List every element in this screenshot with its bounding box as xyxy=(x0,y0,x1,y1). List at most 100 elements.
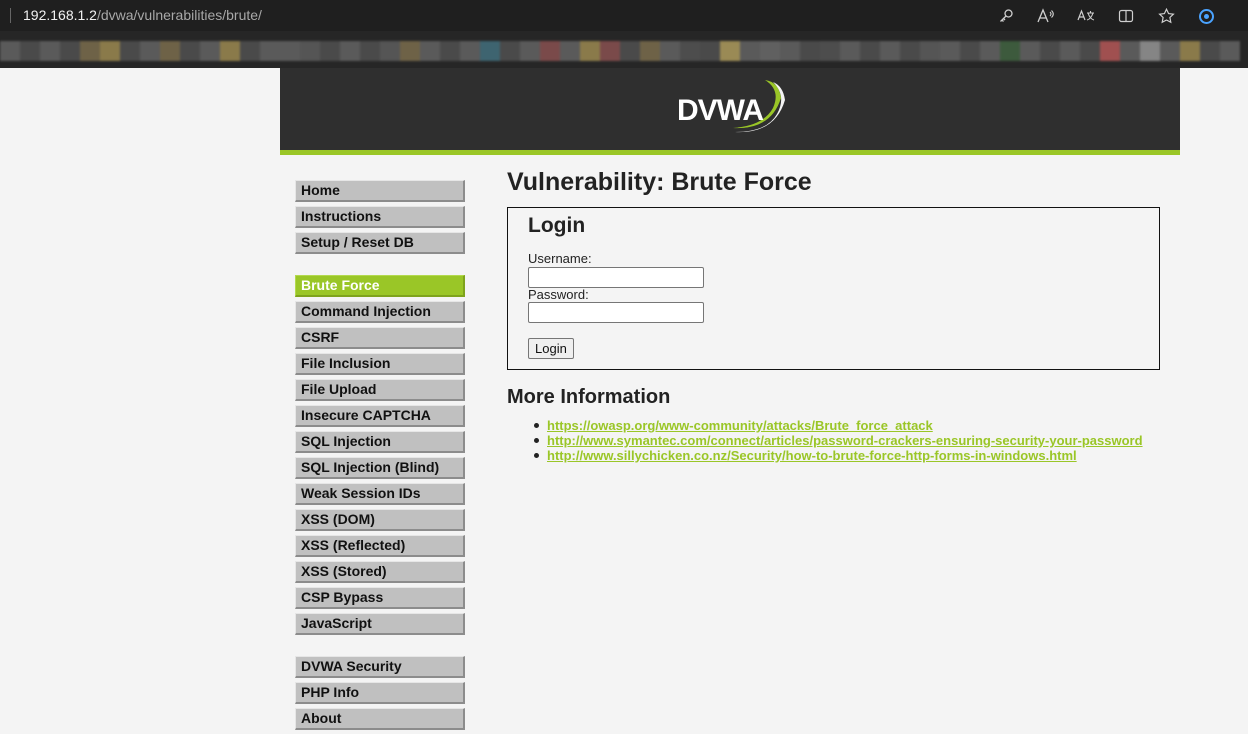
menu-item-weak-session-ids[interactable]: Weak Session IDs xyxy=(295,483,465,505)
bookmark-blurred-block xyxy=(980,41,1000,61)
bookmark-blurred-block xyxy=(1100,41,1120,61)
menu-item-xss-stored[interactable]: XSS (Stored) xyxy=(295,561,465,583)
menu-item-setup-reset-db[interactable]: Setup / Reset DB xyxy=(295,232,465,254)
bookmark-blurred-block xyxy=(620,41,640,61)
main-body: Vulnerability: Brute Force Login Usernam… xyxy=(507,164,1167,463)
bookmark-blurred-block xyxy=(460,41,480,61)
link-symantec-password-crackers[interactable]: http://www.symantec.com/connect/articles… xyxy=(547,433,1143,448)
bookmark-blurred-block xyxy=(580,41,600,61)
dvwa-container: DVWA Home Instructions Setup / Reset DB Bru… xyxy=(280,68,1180,730)
bookmark-blurred-block xyxy=(80,41,100,61)
username-input[interactable] xyxy=(528,267,704,288)
menu-item-javascript[interactable]: JavaScript xyxy=(295,613,465,635)
more-info-links: https://owasp.org/www-community/attacks/… xyxy=(529,418,1143,463)
more-info-heading: More Information xyxy=(507,386,671,408)
menu-separator xyxy=(295,639,465,656)
bookmark-blurred-block xyxy=(880,41,900,61)
menu-item-brute-force[interactable]: Brute Force xyxy=(295,275,465,297)
bookmark-blurred-block xyxy=(1140,41,1160,61)
read-aloud-icon[interactable] xyxy=(1026,4,1066,28)
translate-icon[interactable] xyxy=(1066,4,1106,28)
split-screen-icon[interactable] xyxy=(1106,4,1146,28)
menu-item-php-info[interactable]: PHP Info xyxy=(295,682,465,704)
url-host: 192.168.1.2 xyxy=(23,7,97,23)
bookmark-blurred-block xyxy=(360,41,380,61)
menu-item-dvwa-security[interactable]: DVWA Security xyxy=(295,656,465,678)
bookmark-blurred-block xyxy=(960,41,980,61)
bookmark-blurred-block xyxy=(860,41,880,61)
list-item: http://www.symantec.com/connect/articles… xyxy=(529,433,1143,448)
bookmarks-bar xyxy=(0,31,1248,68)
login-form: Login Username: Password: Login xyxy=(507,207,1160,370)
login-button[interactable]: Login xyxy=(528,338,574,359)
password-input[interactable] xyxy=(528,302,704,323)
address-divider xyxy=(10,8,11,23)
bookmark-blurred-block xyxy=(100,41,120,61)
list-item: https://owasp.org/www-community/attacks/… xyxy=(529,418,1143,433)
username-label: Username: xyxy=(528,251,592,266)
bookmark-blurred-block xyxy=(920,41,940,61)
bookmark-blurred-block xyxy=(840,41,860,61)
copilot-ring xyxy=(1198,8,1214,24)
bookmark-blurred-block xyxy=(300,41,320,61)
bookmark-blurred-block xyxy=(1200,41,1220,61)
menu-item-file-inclusion[interactable]: File Inclusion xyxy=(295,353,465,375)
menu-item-csrf[interactable]: CSRF xyxy=(295,327,465,349)
browser-toolbar xyxy=(986,4,1226,28)
dvwa-logo: DVWA xyxy=(677,80,785,133)
menu-item-xss-reflected[interactable]: XSS (Reflected) xyxy=(295,535,465,557)
key-icon[interactable] xyxy=(986,4,1026,28)
bookmark-blurred-block xyxy=(180,41,200,61)
password-label: Password: xyxy=(528,287,589,302)
menu-item-instructions[interactable]: Instructions xyxy=(295,206,465,228)
bookmark-blurred-block xyxy=(740,41,760,61)
menu-item-insecure-captcha[interactable]: Insecure CAPTCHA xyxy=(295,405,465,427)
bookmark-blurred-block xyxy=(720,41,740,61)
bookmark-blurred-block xyxy=(200,41,220,61)
page-header: DVWA xyxy=(280,68,1180,155)
page-viewport: DVWA Home Instructions Setup / Reset DB Bru… xyxy=(0,68,1248,730)
bookmark-blurred-block xyxy=(420,41,440,61)
copilot-icon[interactable] xyxy=(1186,4,1226,28)
menu-item-about[interactable]: About xyxy=(295,708,465,730)
menu-separator xyxy=(295,258,465,275)
menu-item-home[interactable]: Home xyxy=(295,180,465,202)
bookmark-blurred-block xyxy=(240,41,260,61)
bookmark-blurred-block xyxy=(60,41,80,61)
bookmark-blurred-block xyxy=(680,41,700,61)
bookmark-blurred-block xyxy=(640,41,660,61)
favorite-star-icon[interactable] xyxy=(1146,4,1186,28)
link-owasp-brute-force[interactable]: https://owasp.org/www-community/attacks/… xyxy=(547,418,933,433)
bookmark-blurred-block xyxy=(1040,41,1060,61)
bookmark-blurred-block xyxy=(900,41,920,61)
menu-item-xss-dom[interactable]: XSS (DOM) xyxy=(295,509,465,531)
bookmark-blurred-block xyxy=(440,41,460,61)
url-path: /dvwa/vulnerabilities/brute/ xyxy=(96,7,262,23)
bookmark-blurred-block xyxy=(700,41,720,61)
bookmark-blurred-block xyxy=(820,41,840,61)
bookmark-blurred-block xyxy=(20,41,40,61)
menu-item-sql-injection[interactable]: SQL Injection xyxy=(295,431,465,453)
url-field[interactable]: 192.168.1.2/dvwa/vulnerabilities/brute/ xyxy=(23,7,262,23)
bookmark-blurred-block xyxy=(560,41,580,61)
menu-item-csp-bypass[interactable]: CSP Bypass xyxy=(295,587,465,609)
menu-item-command-injection[interactable]: Command Injection xyxy=(295,301,465,323)
main-menu: Home Instructions Setup / Reset DB Brute Fo… xyxy=(295,180,465,734)
bookmark-blurred-block xyxy=(660,41,680,61)
bookmarks-blurred xyxy=(0,41,1248,61)
bookmark-blurred-block xyxy=(400,41,420,61)
bookmark-blurred-block xyxy=(40,41,60,61)
bookmark-blurred-block xyxy=(760,41,780,61)
bookmark-blurred-block xyxy=(280,41,300,61)
menu-item-file-upload[interactable]: File Upload xyxy=(295,379,465,401)
bookmark-blurred-block xyxy=(140,41,160,61)
page-title: Vulnerability: Brute Force xyxy=(507,168,812,196)
bookmark-blurred-block xyxy=(1180,41,1200,61)
browser-address-bar: 192.168.1.2/dvwa/vulnerabilities/brute/ xyxy=(0,0,1248,31)
menu-item-sql-injection-blind[interactable]: SQL Injection (Blind) xyxy=(295,457,465,479)
svg-text:DVWA: DVWA xyxy=(677,94,763,127)
link-sillychicken-brute-force[interactable]: http://www.sillychicken.co.nz/Security/h… xyxy=(547,448,1077,463)
bookmark-blurred-block xyxy=(160,41,180,61)
bookmark-blurred-block xyxy=(1060,41,1080,61)
bookmark-blurred-block xyxy=(260,41,280,61)
